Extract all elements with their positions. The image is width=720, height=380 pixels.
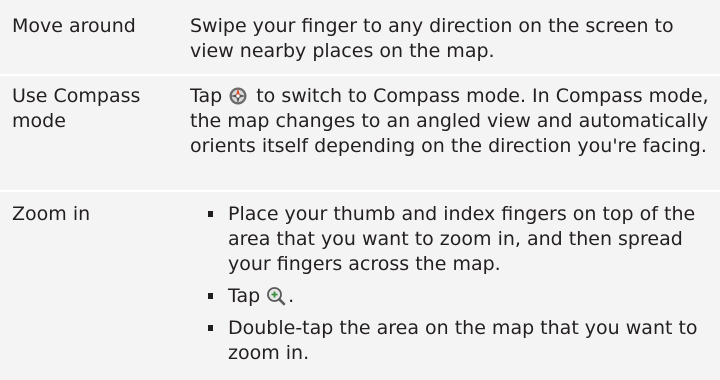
table-row-zoom-in: Zoom in Place your thumb and index finge… xyxy=(0,192,720,380)
zoom-in-icon xyxy=(266,286,286,306)
bullet-text: Place your thumb and index fingers on to… xyxy=(228,203,696,275)
bullet-text: . xyxy=(288,285,295,307)
row-term: Move around xyxy=(12,15,136,37)
row-description: Tap to switch to Compass mode. In Compas… xyxy=(190,84,710,159)
bullet-item: Double-tap the area on the map that you … xyxy=(208,316,713,366)
manual-table: Move around Swipe your finger to any dir… xyxy=(0,0,720,380)
bullet-text: Tap xyxy=(228,285,261,307)
bullet-marker xyxy=(208,293,213,299)
bullet-marker xyxy=(208,211,213,217)
bullet-marker xyxy=(208,325,213,331)
row-term: Use Compass mode xyxy=(12,85,141,132)
bullet-item: Tap . xyxy=(208,284,713,309)
description-text: Tap xyxy=(190,85,223,107)
row-term: Zoom in xyxy=(12,203,91,225)
table-row-move-around: Move around Swipe your finger to any dir… xyxy=(0,0,720,74)
row-description: Swipe your finger to any direction on th… xyxy=(190,15,674,62)
bullet-item: Place your thumb and index fingers on to… xyxy=(208,202,713,277)
description-text: to switch to Compass mode. In Compass mo… xyxy=(190,85,709,157)
bullet-text: Double-tap the area on the map that you … xyxy=(228,317,698,364)
bullet-list: Place your thumb and index fingers on to… xyxy=(208,202,713,373)
table-row-compass-mode: Use Compass mode Tap to switch to Compas… xyxy=(0,76,720,190)
compass-icon xyxy=(228,86,248,106)
